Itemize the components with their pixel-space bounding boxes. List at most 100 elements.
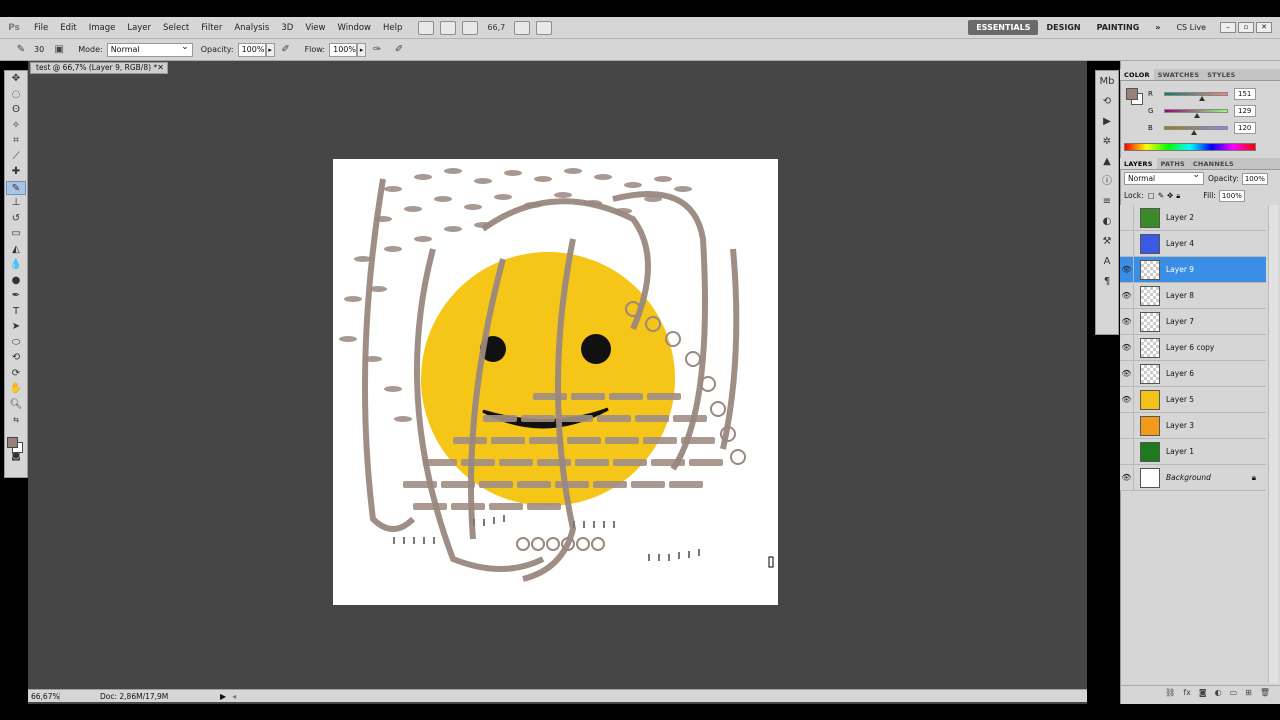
opacity-arrow-icon[interactable]: ▸ bbox=[265, 42, 275, 57]
arrange-documents-button[interactable] bbox=[514, 20, 531, 35]
minimize-icon[interactable]: – bbox=[1220, 22, 1236, 33]
navigator-icon[interactable]: ✲ bbox=[1099, 135, 1115, 149]
scroll-left-icon[interactable]: ◂ bbox=[232, 692, 236, 701]
vertical-scrollbar[interactable] bbox=[1075, 74, 1087, 689]
flow-arrow-icon[interactable]: ▸ bbox=[357, 42, 367, 57]
menu-file[interactable]: File bbox=[28, 23, 54, 33]
visibility-eye-icon[interactable]: 👁︎ bbox=[1120, 386, 1134, 413]
blue-slider-thumb[interactable] bbox=[1191, 129, 1198, 135]
workspace-more-button[interactable]: » bbox=[1147, 20, 1168, 35]
layer-name[interactable]: Layer 2 bbox=[1166, 213, 1194, 222]
status-doc-size[interactable]: Doc: 2,86M/17,9M bbox=[60, 692, 220, 701]
status-zoom-field[interactable]: 66,67% bbox=[28, 691, 60, 701]
visibility-eye-icon[interactable]: 👁︎ bbox=[1120, 256, 1134, 283]
brush-panel-toggle-icon[interactable]: ▣ bbox=[52, 43, 66, 57]
visibility-eye-icon[interactable]: 👁︎ bbox=[1120, 464, 1134, 491]
layer-row[interactable]: 👁︎ Layer 8 bbox=[1120, 282, 1266, 309]
red-value-field[interactable]: 151 bbox=[1234, 87, 1256, 100]
visibility-eye-icon[interactable]: 👁︎ bbox=[1120, 282, 1134, 309]
status-menu-arrow-icon[interactable]: ▶ bbox=[220, 692, 226, 701]
quick-selection-tool-icon[interactable]: ✧ bbox=[6, 119, 26, 134]
layer-row[interactable]: 👁︎ Layer 6 copy bbox=[1120, 334, 1266, 361]
menu-layer[interactable]: Layer bbox=[121, 23, 157, 33]
menu-help[interactable]: Help bbox=[377, 23, 408, 33]
paragraph-icon[interactable]: ¶ bbox=[1099, 275, 1115, 289]
hand-tool-icon[interactable]: ✋ bbox=[6, 382, 26, 397]
move-tool-icon[interactable]: ✥ bbox=[6, 72, 26, 87]
layer-row[interactable]: 👁︎ Layer 6 bbox=[1120, 360, 1266, 387]
layer-name[interactable]: Layer 6 bbox=[1166, 369, 1194, 378]
workspace-essentials[interactable]: ESSENTIALS bbox=[968, 20, 1039, 35]
tab-swatches[interactable]: SWATCHES bbox=[1154, 69, 1203, 80]
layer-opacity-field[interactable]: 100% bbox=[1241, 172, 1268, 185]
link-layers-icon[interactable]: ⛓ bbox=[1165, 686, 1175, 699]
fill-field[interactable]: 100% bbox=[1218, 189, 1245, 202]
crop-tool-icon[interactable]: ⌗ bbox=[6, 134, 26, 149]
visibility-eye-icon[interactable]: 👁︎ bbox=[1120, 308, 1134, 335]
blend-mode-select[interactable]: Normal bbox=[1124, 170, 1204, 185]
layer-row[interactable]: Layer 3 bbox=[1120, 412, 1266, 439]
layer-row[interactable]: Layer 4 bbox=[1120, 230, 1266, 257]
type-tool-icon[interactable]: T bbox=[6, 305, 26, 320]
layer-name[interactable]: Layer 3 bbox=[1166, 421, 1194, 430]
tab-layers[interactable]: LAYERS bbox=[1120, 158, 1157, 169]
layer-name[interactable]: Layer 4 bbox=[1166, 239, 1194, 248]
mode-select[interactable]: Normal bbox=[106, 41, 193, 57]
layer-name[interactable]: Layer 1 bbox=[1166, 447, 1194, 456]
airbrush-icon[interactable]: ✑ bbox=[370, 43, 384, 57]
menu-image[interactable]: Image bbox=[83, 23, 122, 33]
eraser-tool-icon[interactable]: ▭ bbox=[6, 227, 26, 242]
clone-stamp-tool-icon[interactable]: ⊥ bbox=[6, 196, 26, 211]
color-spectrum-ramp[interactable] bbox=[1124, 143, 1256, 151]
visibility-eye-icon[interactable] bbox=[1120, 438, 1134, 465]
layer-name[interactable]: Layer 8 bbox=[1166, 291, 1194, 300]
zoom-level-readout[interactable]: 66,7 bbox=[481, 23, 511, 32]
green-slider-thumb[interactable] bbox=[1193, 112, 1200, 118]
masks-icon[interactable]: ◐ bbox=[1099, 215, 1115, 229]
menu-3d[interactable]: 3D bbox=[275, 23, 299, 33]
menu-window[interactable]: Window bbox=[331, 23, 377, 33]
close-icon[interactable]: ✕ bbox=[1256, 22, 1272, 33]
red-slider-thumb[interactable] bbox=[1198, 95, 1205, 101]
menu-select[interactable]: Select bbox=[157, 23, 195, 33]
tab-color[interactable]: COLOR bbox=[1120, 69, 1154, 80]
pressure-opacity-icon[interactable]: ✐ bbox=[279, 43, 293, 57]
cs-live-button[interactable]: CS Live bbox=[1168, 20, 1214, 35]
visibility-eye-icon[interactable]: 👁︎ bbox=[1120, 360, 1134, 387]
view-extras-button[interactable] bbox=[462, 20, 479, 35]
dodge-tool-icon[interactable]: ● bbox=[6, 274, 26, 289]
marquee-tool-icon[interactable]: ◌ bbox=[6, 88, 26, 103]
delete-layer-icon[interactable]: 🗑︎ bbox=[1260, 686, 1270, 699]
menu-filter[interactable]: Filter bbox=[195, 23, 228, 33]
character-icon[interactable]: A bbox=[1099, 255, 1115, 269]
layers-scrollbar[interactable] bbox=[1268, 205, 1278, 683]
restore-icon[interactable]: ▫ bbox=[1238, 22, 1254, 33]
layer-row[interactable]: Layer 1 bbox=[1120, 438, 1266, 465]
tab-paths[interactable]: PATHS bbox=[1157, 158, 1189, 169]
workspace-design[interactable]: DESIGN bbox=[1038, 20, 1088, 35]
3d-orbit-tool-icon[interactable]: ⟳ bbox=[6, 367, 26, 382]
pen-tool-icon[interactable]: ✒ bbox=[6, 289, 26, 304]
brush-size-value[interactable]: 30 bbox=[34, 45, 44, 54]
document-tab-close-icon[interactable]: ✕ bbox=[157, 63, 164, 73]
green-slider[interactable] bbox=[1164, 108, 1228, 118]
document-tab[interactable]: test @ 66,7% (Layer 9, RGB/8) * ✕ bbox=[30, 62, 168, 74]
layer-row[interactable]: 👁︎ Layer 7 bbox=[1120, 308, 1266, 335]
layer-name[interactable]: Layer 6 copy bbox=[1166, 343, 1214, 352]
layer-row[interactable]: 👁︎ Layer 9 bbox=[1120, 256, 1266, 283]
menu-edit[interactable]: Edit bbox=[54, 23, 82, 33]
blur-tool-icon[interactable]: 💧 bbox=[6, 258, 26, 273]
launch-bridge-button[interactable] bbox=[418, 20, 435, 35]
tab-channels[interactable]: CHANNELS bbox=[1189, 158, 1238, 169]
history-icon[interactable]: ⟲ bbox=[1099, 95, 1115, 109]
foreground-color-swatch[interactable] bbox=[7, 437, 18, 448]
screen-mode-button[interactable] bbox=[536, 20, 553, 35]
lock-options-icons[interactable]: ▢✎✥🔒︎ bbox=[1148, 191, 1184, 201]
actions-icon[interactable]: ▶ bbox=[1099, 115, 1115, 129]
swap-colors-icon[interactable]: ⇆ bbox=[6, 413, 26, 428]
menu-analysis[interactable]: Analysis bbox=[228, 23, 275, 33]
workspace-painting[interactable]: PAINTING bbox=[1089, 20, 1148, 35]
visibility-eye-icon[interactable]: 👁︎ bbox=[1120, 334, 1134, 361]
opacity-field[interactable]: 100% bbox=[237, 42, 266, 57]
brush-tool-preset-icon[interactable]: ✎ bbox=[14, 43, 28, 57]
